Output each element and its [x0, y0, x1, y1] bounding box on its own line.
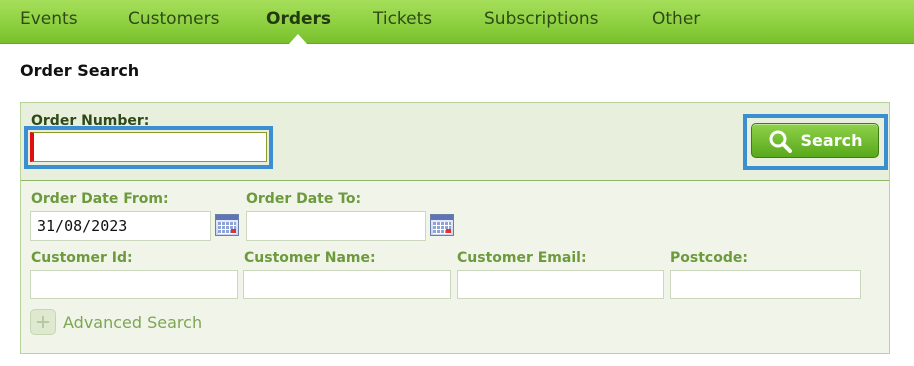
order-date-from-label: Order Date From:: [31, 191, 169, 207]
order-date-to-label: Order Date To:: [246, 191, 362, 207]
tab-tickets[interactable]: Tickets: [373, 0, 432, 40]
tab-other[interactable]: Other: [652, 0, 700, 40]
order-date-from-input[interactable]: [30, 211, 211, 241]
search-button[interactable]: Search: [751, 123, 879, 158]
customer-email-label: Customer Email:: [457, 250, 587, 266]
customer-id-label: Customer Id:: [31, 250, 133, 266]
tab-events[interactable]: Events: [20, 0, 78, 40]
calendar-icon[interactable]: [430, 214, 454, 236]
customer-name-input[interactable]: [243, 270, 451, 299]
main-nav: Events Customers Orders Tickets Subscrip…: [0, 0, 914, 45]
customer-name-label: Customer Name:: [244, 250, 376, 266]
customer-email-input[interactable]: [457, 270, 664, 299]
magnifier-icon: [769, 130, 792, 153]
postcode-label: Postcode:: [670, 250, 748, 266]
search-button-label: Search: [800, 131, 863, 150]
active-tab-indicator: [288, 34, 308, 45]
advanced-search-toggle[interactable]: Advanced Search: [30, 309, 202, 335]
tab-customers[interactable]: Customers: [128, 0, 219, 40]
order-number-input[interactable]: [30, 132, 267, 162]
tab-subscriptions[interactable]: Subscriptions: [484, 0, 598, 40]
postcode-input[interactable]: [670, 270, 861, 299]
plus-icon: [30, 309, 56, 335]
customer-id-input[interactable]: [30, 270, 238, 299]
order-date-to-input[interactable]: [246, 211, 426, 241]
advanced-search-label: Advanced Search: [63, 312, 203, 332]
page-title: Order Search: [20, 61, 140, 80]
calendar-icon[interactable]: [215, 214, 239, 236]
